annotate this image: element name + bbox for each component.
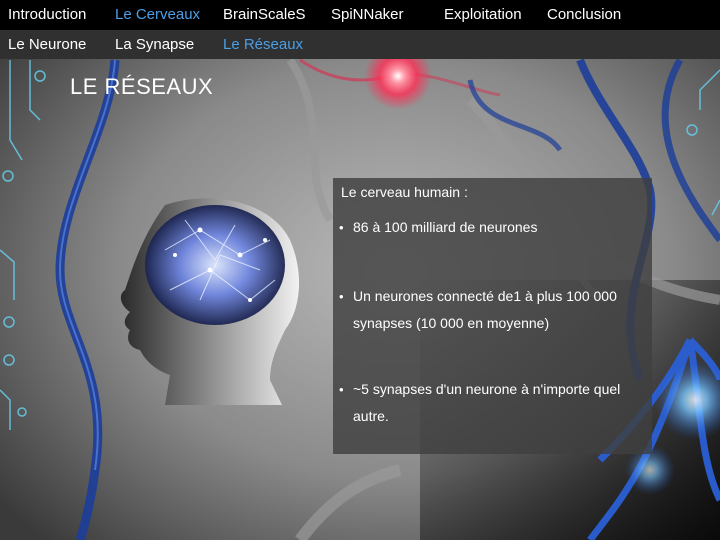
bullet-text: Un neurones connecté de1 à plus 100 000 … — [353, 288, 617, 331]
subnav-item-le-reseaux[interactable]: Le Réseaux — [223, 30, 303, 59]
bullet-item: • ~5 synapses d'un neurone à n'importe q… — [339, 376, 639, 430]
content-textbox: Le cerveau humain : • 86 à 100 milliard … — [333, 178, 652, 454]
bullet-text: 86 à 100 milliard de neurones — [353, 219, 538, 235]
box-heading: Le cerveau humain : — [341, 184, 468, 200]
subnav-item-la-synapse[interactable]: La Synapse — [115, 30, 194, 59]
bullet-text: ~5 synapses d'un neurone à n'importe que… — [353, 381, 621, 424]
nav-item-exploitation[interactable]: Exploitation — [444, 0, 522, 30]
nav-item-conclusion[interactable]: Conclusion — [547, 0, 621, 30]
bullet-dot-icon: • — [339, 289, 344, 304]
main-nav-bar: Introduction Le Cerveaux BrainScaleS Spi… — [0, 0, 720, 30]
bullet-item: • Un neurones connecté de1 à plus 100 00… — [339, 283, 639, 337]
sub-nav-bar: Le Neurone La Synapse Le Réseaux — [0, 30, 720, 59]
bullet-dot-icon: • — [339, 382, 344, 397]
slide-title: LE RÉSEAUX — [70, 74, 214, 99]
nav-item-spinnaker[interactable]: SpiNNaker — [331, 0, 404, 30]
subnav-item-le-neurone[interactable]: Le Neurone — [8, 30, 86, 59]
bullet-item: • 86 à 100 milliard de neurones — [339, 214, 639, 241]
nav-item-brainscales[interactable]: BrainScaleS — [223, 0, 306, 30]
nav-item-introduction[interactable]: Introduction — [8, 0, 86, 30]
nav-item-le-cerveaux[interactable]: Le Cerveaux — [115, 0, 200, 30]
bullet-dot-icon: • — [339, 220, 344, 235]
